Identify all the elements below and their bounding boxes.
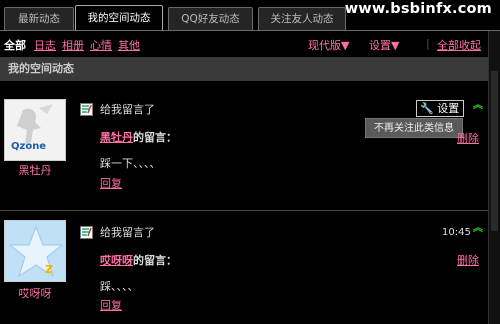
item-settings-button[interactable]: 🔧 设置 xyxy=(416,100,464,117)
guestbook-icon xyxy=(80,226,93,239)
reply-link[interactable]: 回复 xyxy=(100,175,122,191)
reply-link[interactable]: 回复 xyxy=(100,297,122,313)
collapse-all-link[interactable]: 全部收起 xyxy=(437,37,481,53)
message-content: 踩、、、、 xyxy=(100,280,139,293)
filter-album[interactable]: 相册 xyxy=(62,37,84,53)
tab-my-space[interactable]: 我的空间动态 xyxy=(75,5,163,31)
post-action: 给我留言了 xyxy=(100,226,155,239)
filter-separator: | xyxy=(426,37,430,50)
filter-bar: 全部 日志 相册 心情 其他 现代版▼ 设置▼ | 全部收起 xyxy=(0,34,500,54)
author-link[interactable]: 哎呀呀 xyxy=(100,254,133,267)
scrollbar-thumb[interactable] xyxy=(491,71,498,231)
avatar[interactable]: z xyxy=(4,220,66,282)
nickname-link[interactable]: 哎呀呀 xyxy=(0,285,70,301)
message-header: 哎呀呀的留言： xyxy=(100,252,177,268)
message-content: 踩一下、、、、 xyxy=(100,157,161,170)
settings-dropdown[interactable]: 设置▼ xyxy=(369,37,399,53)
view-mode-dropdown[interactable]: 现代版▼ xyxy=(308,37,349,53)
unfollow-tooltip[interactable]: 不再关注此类信息 xyxy=(365,118,463,138)
wrench-icon: 🔧 xyxy=(420,102,434,115)
post-action: 给我留言了 xyxy=(100,103,155,116)
feed-divider xyxy=(0,210,488,211)
star-avatar-icon: z xyxy=(5,221,65,281)
nickname-link[interactable]: 黑牡丹 xyxy=(0,162,70,178)
filter-all[interactable]: 全部 xyxy=(4,37,26,53)
tab-latest[interactable]: 最新动态 xyxy=(4,7,74,30)
guestbook-icon xyxy=(80,103,93,116)
message-header: 黑牡丹的留言： xyxy=(100,129,177,145)
collapse-arrow-icon[interactable]: ︽ xyxy=(473,101,483,111)
feed-tabs: 最新动态 我的空间动态 QQ好友动态 关注友人动态 www.bsbinfx.co… xyxy=(0,0,500,31)
avatar[interactable]: Qzone xyxy=(4,99,66,161)
tab-followed-friends[interactable]: 关注友人动态 xyxy=(258,7,346,30)
tab-qq-friends[interactable]: QQ好友动态 xyxy=(168,7,253,30)
collapse-arrow-icon[interactable]: ︽ xyxy=(473,224,483,234)
watermark: www.bsbinfx.com xyxy=(344,1,492,17)
post-time: 10:45 xyxy=(442,227,471,238)
message-suffix: 的留言： xyxy=(133,254,177,267)
message-suffix: 的留言： xyxy=(133,131,177,144)
filter-blog[interactable]: 日志 xyxy=(34,37,56,53)
tabs-divider xyxy=(0,30,500,31)
item-settings-label: 设置 xyxy=(437,102,460,115)
vertical-scrollbar[interactable] xyxy=(488,31,500,324)
filter-other[interactable]: 其他 xyxy=(118,37,140,53)
delete-link[interactable]: 删除 xyxy=(457,130,479,146)
filter-mood[interactable]: 心情 xyxy=(90,37,112,53)
svg-text:z: z xyxy=(45,261,53,277)
author-link[interactable]: 黑牡丹 xyxy=(100,131,133,144)
avatar-badge: Qzone xyxy=(11,141,47,152)
delete-link[interactable]: 删除 xyxy=(457,252,479,268)
section-title: 我的空间动态 xyxy=(0,57,488,81)
